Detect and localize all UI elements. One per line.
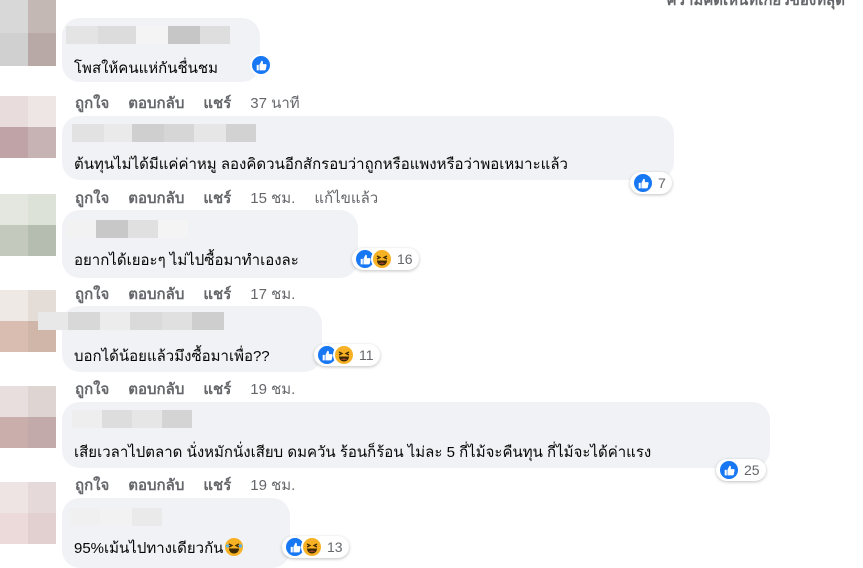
comment-actions: ถูกใจ ตอบกลับ แชร์ 37 นาที [75, 91, 319, 115]
commenter-name[interactable] [72, 124, 256, 142]
like-button[interactable]: ถูกใจ [75, 91, 109, 115]
reaction-summary[interactable]: 7 [630, 172, 672, 194]
avatar[interactable] [0, 482, 56, 544]
reaction-count: 25 [744, 462, 760, 478]
comment-text: ต้นทุนไม่ได้มีแค่ค่าหมู ลองคิดวนอีกสักรอ… [74, 156, 568, 173]
haha-icon [371, 248, 393, 270]
like-icon [250, 54, 272, 76]
sort-comments-link[interactable]: ความคิดเห็นที่เกี่ยวข้องที่สุด [667, 0, 846, 12]
reply-button[interactable]: ตอบกลับ [128, 473, 184, 497]
comment-actions: ถูกใจ ตอบกลับ แชร์ 19 ชม. [75, 473, 314, 497]
avatar[interactable] [0, 96, 56, 158]
comment-bubble: อยากได้เยอะๆ ไม่ไปซื้อมาทำเองละ 16 [62, 210, 419, 278]
comment-text: 95%เม้นไปทางเดียวกัน [74, 536, 244, 560]
comment-timestamp[interactable]: 15 ชม. [250, 186, 295, 210]
reaction-summary[interactable]: 16 [352, 248, 419, 270]
comment-text: เสียเวลาไปตลาด นั่งหมักนั่งเสียบ ดมควัน … [74, 444, 652, 461]
like-button[interactable]: ถูกใจ [75, 473, 109, 497]
comment-timestamp[interactable]: 19 ชม. [250, 377, 295, 401]
reaction-summary[interactable]: 25 [716, 459, 766, 481]
share-button[interactable]: แชร์ [203, 186, 231, 210]
comment-bubble: เสียเวลาไปตลาด นั่งหมักนั่งเสียบ ดมควัน … [62, 402, 770, 468]
avatar[interactable] [0, 0, 56, 66]
reaction-summary[interactable]: 13 [282, 536, 349, 558]
reaction-count: 16 [397, 251, 413, 267]
share-button[interactable]: แชร์ [203, 377, 231, 401]
commenter-name[interactable] [70, 508, 162, 526]
laughing-emoji-icon [225, 538, 244, 556]
like-button[interactable]: ถูกใจ [75, 282, 109, 306]
like-button[interactable]: ถูกใจ [75, 377, 109, 401]
reply-button[interactable]: ตอบกลับ [128, 282, 184, 306]
comment-actions: ถูกใจ ตอบกลับ แชร์ 17 ชม. [75, 282, 314, 306]
commenter-name[interactable] [66, 26, 230, 44]
comment-bubble: โพสให้คนแห่กันชื่นชม [62, 18, 272, 82]
avatar[interactable] [0, 194, 56, 256]
comment-text-body: 95%เม้นไปทางเดียวกัน [74, 540, 224, 557]
reply-button[interactable]: ตอบกลับ [128, 377, 184, 401]
reply-button[interactable]: ตอบกลับ [128, 91, 184, 115]
comment-bubble: 95%เม้นไปทางเดียวกัน 13 [62, 498, 349, 568]
reaction-count: 7 [658, 175, 666, 191]
commenter-name[interactable] [38, 312, 224, 330]
share-button[interactable]: แชร์ [203, 282, 231, 306]
comment-actions: ถูกใจ ตอบกลับ แชร์ 15 ชม. แก้ไขแล้ว [75, 186, 397, 210]
comment-timestamp[interactable]: 17 ชม. [250, 282, 295, 306]
comment-bubble: บอกได้น้อยแล้วมึงซื้อมาเพื่อ?? 11 [38, 306, 380, 372]
like-icon [718, 459, 740, 481]
comment-timestamp[interactable]: 19 ชม. [250, 473, 295, 497]
haha-icon [301, 536, 323, 558]
avatar[interactable] [0, 386, 56, 448]
comment-text: อยากได้เยอะๆ ไม่ไปซื้อมาทำเองละ [74, 252, 299, 269]
haha-icon [333, 344, 355, 366]
comment-text: บอกได้น้อยแล้วมึงซื้อมาเพื่อ?? [74, 348, 270, 365]
comment-actions: ถูกใจ ตอบกลับ แชร์ 19 ชม. [75, 377, 314, 401]
share-button[interactable]: แชร์ [203, 91, 231, 115]
reply-button[interactable]: ตอบกลับ [128, 186, 184, 210]
commenter-name[interactable] [72, 410, 192, 428]
like-button[interactable]: ถูกใจ [75, 186, 109, 210]
share-button[interactable]: แชร์ [203, 473, 231, 497]
comment-timestamp[interactable]: 37 นาที [250, 91, 299, 115]
like-icon [632, 172, 654, 194]
commenter-name[interactable] [66, 220, 188, 238]
reaction-count: 13 [327, 539, 343, 555]
reaction-count: 11 [359, 347, 374, 363]
edited-label[interactable]: แก้ไขแล้ว [314, 186, 378, 210]
reaction-summary[interactable] [250, 54, 272, 76]
comment-bubble: ต้นทุนไม่ได้มีแค่ค่าหมู ลองคิดวนอีกสักรอ… [62, 116, 674, 180]
comment-text: โพสให้คนแห่กันชื่นชม [74, 60, 218, 77]
reaction-summary[interactable]: 11 [314, 344, 380, 366]
